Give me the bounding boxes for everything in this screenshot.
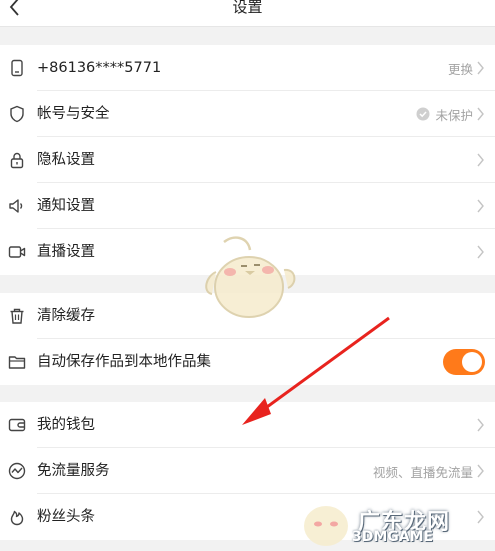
free-data-row[interactable]: 免流量服务 视频、直播免流量 bbox=[0, 448, 495, 494]
chevron-right-icon bbox=[477, 153, 484, 167]
toggle-knob bbox=[462, 352, 482, 372]
phone-number-row[interactable]: +86136****5771 更换 bbox=[0, 45, 495, 91]
watermark-subtext: 3DMGAME bbox=[352, 529, 434, 545]
check-circle-icon bbox=[416, 107, 430, 121]
security-status: 未保护 bbox=[435, 107, 473, 123]
chevron-right-icon bbox=[477, 245, 484, 259]
change-phone-link[interactable]: 更换 bbox=[448, 59, 473, 78]
wallet-label: 我的钱包 bbox=[37, 417, 95, 433]
chevron-right-icon bbox=[477, 418, 484, 432]
chevron-right-icon bbox=[477, 199, 484, 213]
lock-icon bbox=[10, 152, 24, 169]
notification-settings-label: 通知设置 bbox=[37, 198, 95, 214]
live-settings-label: 直播设置 bbox=[37, 244, 95, 260]
free-data-label: 免流量服务 bbox=[37, 463, 110, 479]
data-wave-icon bbox=[8, 462, 26, 480]
top-bar: 设置 bbox=[0, 0, 495, 27]
chevron-right-icon bbox=[477, 464, 484, 478]
free-data-description: 视频、直播免流量 bbox=[372, 464, 473, 480]
clear-cache-label: 清除缓存 bbox=[37, 308, 95, 324]
fan-headlines-label: 粉丝头条 bbox=[37, 509, 95, 525]
privacy-settings-label: 隐私设置 bbox=[37, 152, 95, 168]
wallet-icon bbox=[8, 418, 26, 432]
speaker-icon bbox=[9, 199, 23, 213]
chevron-right-icon bbox=[477, 61, 484, 75]
privacy-settings-row[interactable]: 隐私设置 bbox=[0, 137, 495, 183]
wallet-row[interactable]: 我的钱包 bbox=[0, 402, 495, 448]
phone-icon bbox=[11, 59, 23, 77]
camera-icon bbox=[8, 246, 26, 258]
phone-number-label: +86136****5771 bbox=[37, 60, 162, 76]
page-title: 设置 bbox=[232, 0, 263, 16]
account-security-row[interactable]: 帐号与安全 未保护 bbox=[0, 91, 495, 137]
notification-settings-row[interactable]: 通知设置 bbox=[0, 183, 495, 229]
auto-save-row: 自动保存作品到本地作品集 bbox=[0, 339, 495, 385]
chevron-right-icon bbox=[477, 107, 484, 121]
auto-save-label: 自动保存作品到本地作品集 bbox=[37, 354, 211, 370]
account-security-label: 帐号与安全 bbox=[37, 106, 110, 122]
shield-icon bbox=[10, 105, 24, 123]
auto-save-toggle[interactable] bbox=[443, 349, 485, 375]
chick-mascot-watermark bbox=[205, 236, 296, 318]
folder-icon bbox=[8, 356, 26, 369]
fire-icon bbox=[10, 510, 24, 526]
trash-icon bbox=[10, 308, 24, 324]
